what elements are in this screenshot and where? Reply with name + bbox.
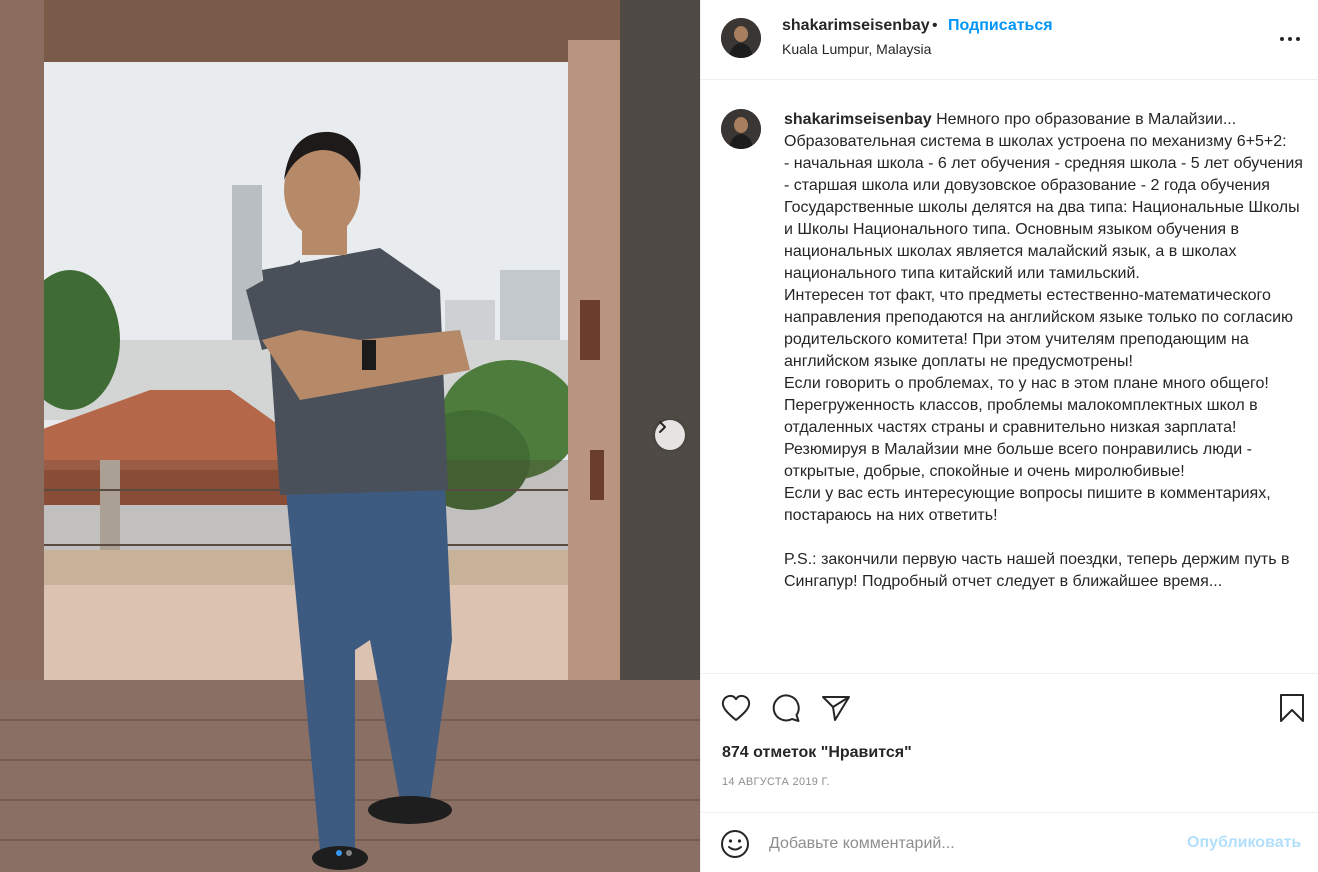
- more-options-button[interactable]: [1279, 28, 1301, 50]
- post-photo[interactable]: [0, 0, 700, 872]
- carousel-dot: [346, 850, 352, 856]
- bookmark-icon: [1280, 694, 1304, 722]
- location-link[interactable]: Kuala Lumpur, Malaysia: [782, 41, 931, 57]
- comment-input[interactable]: [769, 831, 1169, 857]
- likes-count[interactable]: 874 отметок "Нравится": [722, 744, 912, 762]
- caption-username[interactable]: shakarimseisenbay: [784, 111, 932, 128]
- post-side-panel: shakarimseisenbay • Подписаться Kuala Lu…: [700, 0, 1318, 872]
- carousel-dots: [336, 850, 352, 856]
- save-button[interactable]: [1276, 692, 1308, 724]
- header-separator: •: [932, 17, 938, 34]
- photo-illustration: [0, 0, 700, 872]
- paper-plane-icon: [822, 696, 850, 721]
- avatar-image: [721, 18, 761, 58]
- caption-area[interactable]: shakarimseisenbay Немного про образовани…: [701, 81, 1318, 673]
- avatar[interactable]: [721, 18, 761, 58]
- carousel-dot-active: [336, 850, 342, 856]
- smiley-icon: [721, 830, 749, 858]
- more-horizontal-icon: [1280, 37, 1300, 41]
- follow-button[interactable]: Подписаться: [948, 17, 1053, 35]
- emoji-button[interactable]: [720, 829, 750, 859]
- chevron-right-icon: [659, 421, 666, 433]
- next-photo-button[interactable]: [655, 420, 685, 450]
- post-actions: 874 отметок "Нравится" 14 АВГУСТА 2019 Г…: [701, 673, 1318, 813]
- header-username[interactable]: shakarimseisenbay: [782, 17, 930, 35]
- post-header: shakarimseisenbay • Подписаться Kuala Lu…: [701, 0, 1318, 80]
- post-date[interactable]: 14 АВГУСТА 2019 Г.: [722, 776, 830, 788]
- like-button[interactable]: [720, 692, 752, 724]
- comment-bar: Опубликовать: [701, 812, 1318, 872]
- caption-body: Немного про образование в Малайзии... Об…: [784, 111, 1303, 590]
- comment-button[interactable]: [770, 692, 802, 724]
- avatar-image: [721, 109, 761, 149]
- share-button[interactable]: [820, 692, 852, 724]
- publish-button[interactable]: Опубликовать: [1187, 834, 1301, 852]
- caption-avatar[interactable]: [721, 109, 761, 149]
- caption-text: shakarimseisenbay Немного про образовани…: [784, 109, 1304, 593]
- heart-icon: [721, 694, 751, 721]
- comment-icon: [772, 694, 800, 722]
